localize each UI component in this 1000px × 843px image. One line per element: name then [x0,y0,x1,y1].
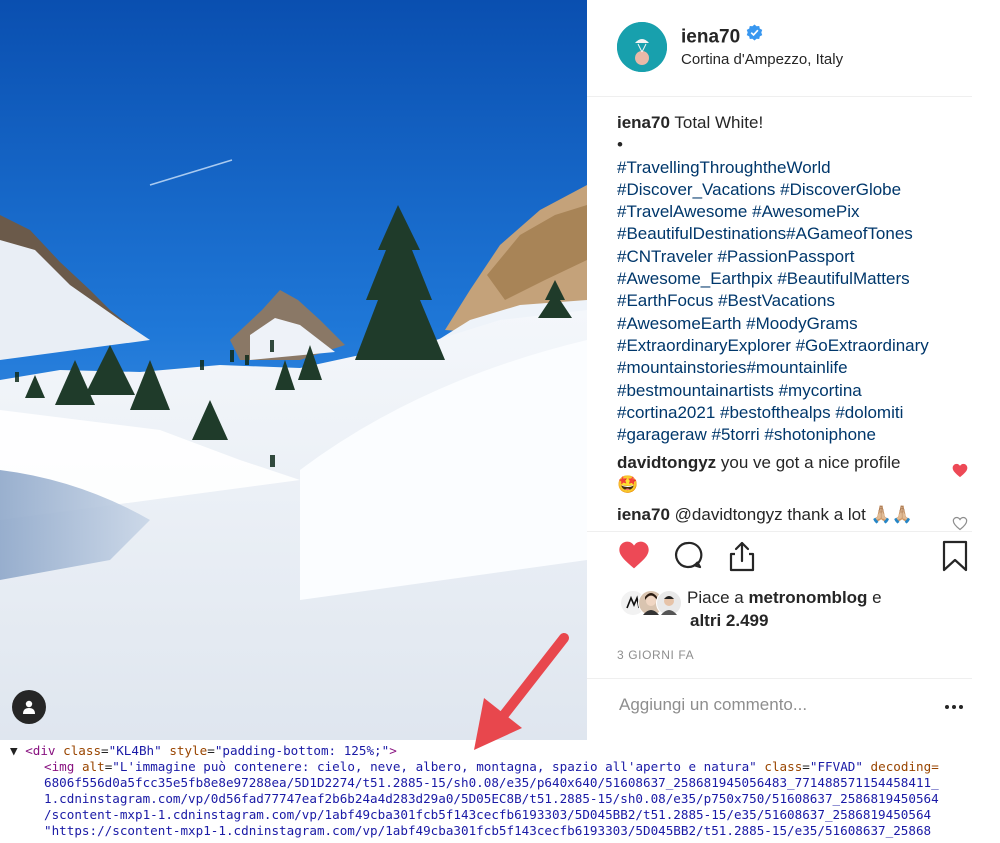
hashtag-line[interactable]: #CNTraveler #PassionPassport [617,246,962,268]
comment-emoji: 🤩 [617,475,639,494]
tagged-users-button[interactable] [12,690,46,724]
hashtag-line[interactable]: #AwesomeEarth #MoodyGrams [617,313,962,335]
caption-dot: • [617,135,623,155]
caption-username[interactable]: iena70 [617,113,670,132]
devtools-line[interactable]: "https://scontent-mxp1-1.cdninstagram.co… [44,823,931,839]
likes-summary: Piace a metronomblog e altri 2.499 [617,586,977,632]
post-username[interactable]: iena70 [681,24,763,49]
comment-text: you ve got a nice profile [720,453,901,472]
hashtag-line[interactable]: #Awesome_Earthpix #BeautifulMatters [617,268,962,290]
more-options-button[interactable] [944,697,964,715]
share-icon [729,541,755,572]
comment-emoji: 🙏🏼🙏🏼 [870,505,913,524]
divider [587,678,972,679]
comment-text: @davidtongyz thank a lot [674,505,866,524]
hashtag-line[interactable]: #EarthFocus #BestVacations [617,290,962,312]
heart-icon [952,463,968,478]
verified-badge-icon [746,24,763,47]
hashtag-line[interactable]: #cortina2021 #bestofthealps #dolomiti [617,402,962,424]
devtools-line[interactable]: 1.cdninstagram.com/vp/0d56fad77747eaf2b6… [44,791,939,807]
heart-icon [619,541,649,569]
hashtag-line[interactable]: #mountainstories#mountainlife [617,357,962,379]
like-button[interactable] [618,540,650,575]
comment-icon [675,541,703,569]
user-icon [23,700,35,714]
hashtag-line[interactable]: #TravelAwesome #AwesomePix [617,201,962,223]
post-header: iena70 Cortina d'Ampezzo, Italy [587,0,972,97]
annotation-arrow-icon [474,633,569,750]
hashtag-list: #TravellingThroughtheWorld #Discover_Vac… [617,157,962,447]
username-text[interactable]: iena70 [681,27,740,48]
hashtag-line[interactable]: #Discover_Vacations #DiscoverGlobe [617,179,962,201]
post-location[interactable]: Cortina d'Ampezzo, Italy [681,51,843,68]
post-caption: iena70 Total White! • #TravellingThrough… [617,112,962,446]
share-button[interactable] [727,540,757,577]
comment-like-button[interactable] [952,516,968,536]
devtools-line[interactable]: /scontent-mxp1-1.cdninstagram.com/vp/1ab… [44,807,931,823]
bookmark-icon [942,540,968,572]
devtools-line[interactable]: <img alt="L'immagine può contenere: ciel… [44,759,939,775]
hashtag-line[interactable]: #ExtraordinaryExplorer #GoExtraordinary [617,335,962,357]
likes-prefix: Piace a [687,588,744,607]
hashtag-line[interactable]: #BeautifulDestinations#AGameofTones [617,223,962,245]
likes-others[interactable]: altri 2.499 [690,611,768,630]
heart-outline-icon [952,516,968,531]
post-side-panel: iena70 Cortina d'Ampezzo, Italy iena70 T… [587,0,1000,740]
comment-item: iena70 @davidtongyz thank a lot 🙏🏼🙏🏼 [617,504,957,529]
comment-item: davidtongyz you ve got a nice profile 🤩 [617,452,957,496]
caption-text: Total White! [674,113,764,132]
comment-button[interactable] [673,540,703,575]
hashtag-line[interactable]: #TravellingThroughtheWorld [617,157,962,179]
likes-user[interactable]: metronomblog [748,588,867,607]
hashtag-line[interactable]: #garageraw #5torri #shotoniphone [617,424,962,446]
comment-username[interactable]: iena70 [617,505,670,524]
save-button[interactable] [942,540,968,577]
avatar-image [617,22,667,72]
comment-username[interactable]: davidtongyz [617,453,716,472]
more-icon [945,705,963,709]
likes-conj: e [872,588,882,607]
expand-toggle-icon[interactable]: ▼ [10,743,18,758]
avatar[interactable] [617,22,667,72]
hashtag-line[interactable]: #bestmountainartists #mycortina [617,380,962,402]
comment-input[interactable]: Aggiungi un commento... [619,695,807,715]
devtools-line[interactable]: ▼ <div class="KL4Bh" style="padding-bott… [10,743,397,759]
devtools-line[interactable]: 6806f556d0a5fcc35e5fb8e8e97288ea/5D1D227… [44,775,939,791]
post-timestamp[interactable]: 3 GIORNI FA [617,648,694,662]
comment-like-button[interactable] [952,463,968,483]
divider [587,531,972,532]
